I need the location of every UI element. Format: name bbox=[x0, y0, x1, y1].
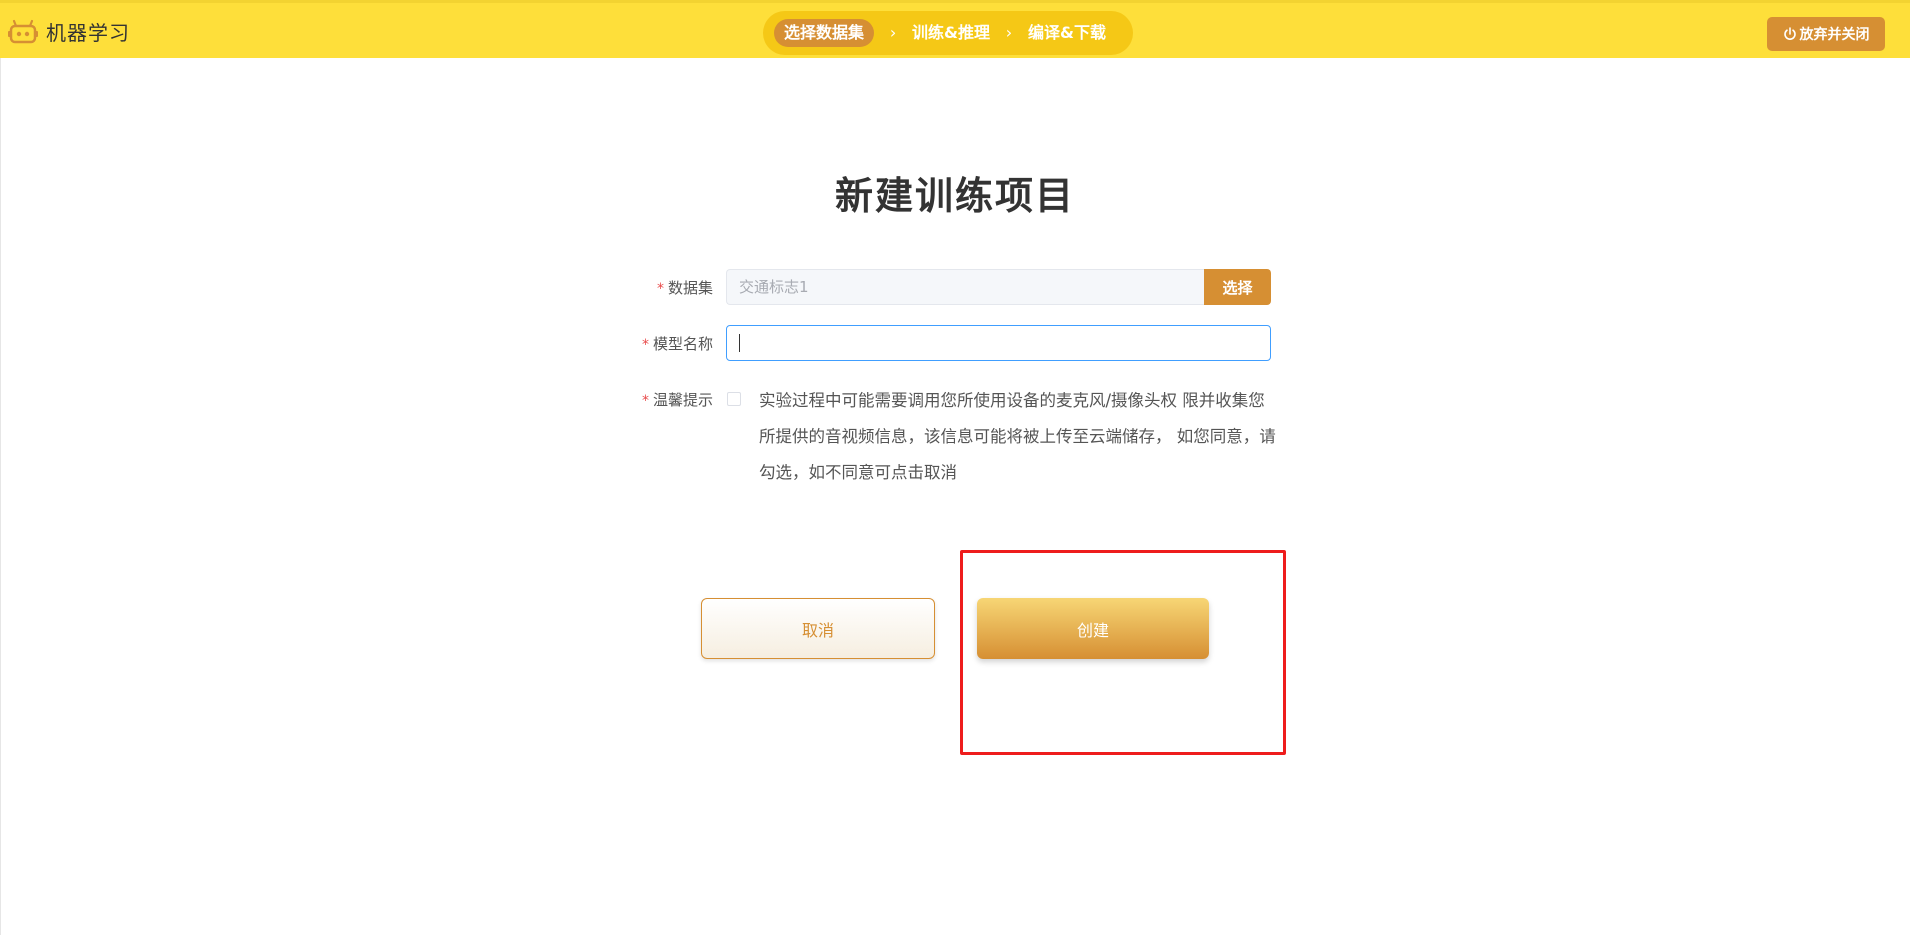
step-select-dataset[interactable]: 选择数据集 bbox=[774, 19, 875, 47]
required-mark: * bbox=[656, 281, 664, 297]
chevron-right-icon: › bbox=[889, 23, 897, 42]
step-compile-download[interactable]: 编译&下载 bbox=[1028, 19, 1106, 47]
robot-icon bbox=[8, 19, 38, 43]
app-logo: 机器学习 bbox=[8, 17, 130, 46]
required-mark: * bbox=[641, 337, 649, 353]
notice-text: 实验过程中可能需要调用您所使用设备的麦克风/摄像头权 限并收集您所提供的音视频信… bbox=[759, 391, 1276, 482]
model-name-label: * 模型名称 bbox=[641, 335, 713, 353]
quit-close-button[interactable]: 放弃并关闭 bbox=[1767, 17, 1885, 51]
cancel-button[interactable]: 取消 bbox=[701, 598, 935, 659]
create-button[interactable]: 创建 bbox=[977, 598, 1209, 659]
app-title: 机器学习 bbox=[46, 21, 130, 45]
required-mark: * bbox=[641, 393, 649, 409]
dataset-label: * 数据集 bbox=[656, 279, 713, 297]
chevron-right-icon: › bbox=[1005, 23, 1013, 42]
notice-label: * 温馨提示 bbox=[641, 391, 713, 409]
progress-steps: 选择数据集 › 训练&推理 › 编译&下载 bbox=[763, 11, 1133, 55]
step-train-infer[interactable]: 训练&推理 bbox=[912, 19, 990, 47]
power-icon bbox=[1783, 27, 1796, 40]
quit-close-label: 放弃并关闭 bbox=[1799, 27, 1870, 43]
select-dataset-button[interactable]: 选择 bbox=[1204, 269, 1271, 305]
consent-checkbox[interactable] bbox=[727, 392, 741, 406]
text-cursor bbox=[739, 334, 740, 352]
dataset-field[interactable]: 交通标志1 bbox=[726, 269, 1206, 305]
model-name-input[interactable] bbox=[726, 325, 1271, 361]
page-title: 新建训练项目 bbox=[834, 174, 1075, 218]
top-bar: 机器学习 选择数据集 › 训练&推理 › 编译&下载 放弃并关闭 bbox=[0, 0, 1910, 58]
